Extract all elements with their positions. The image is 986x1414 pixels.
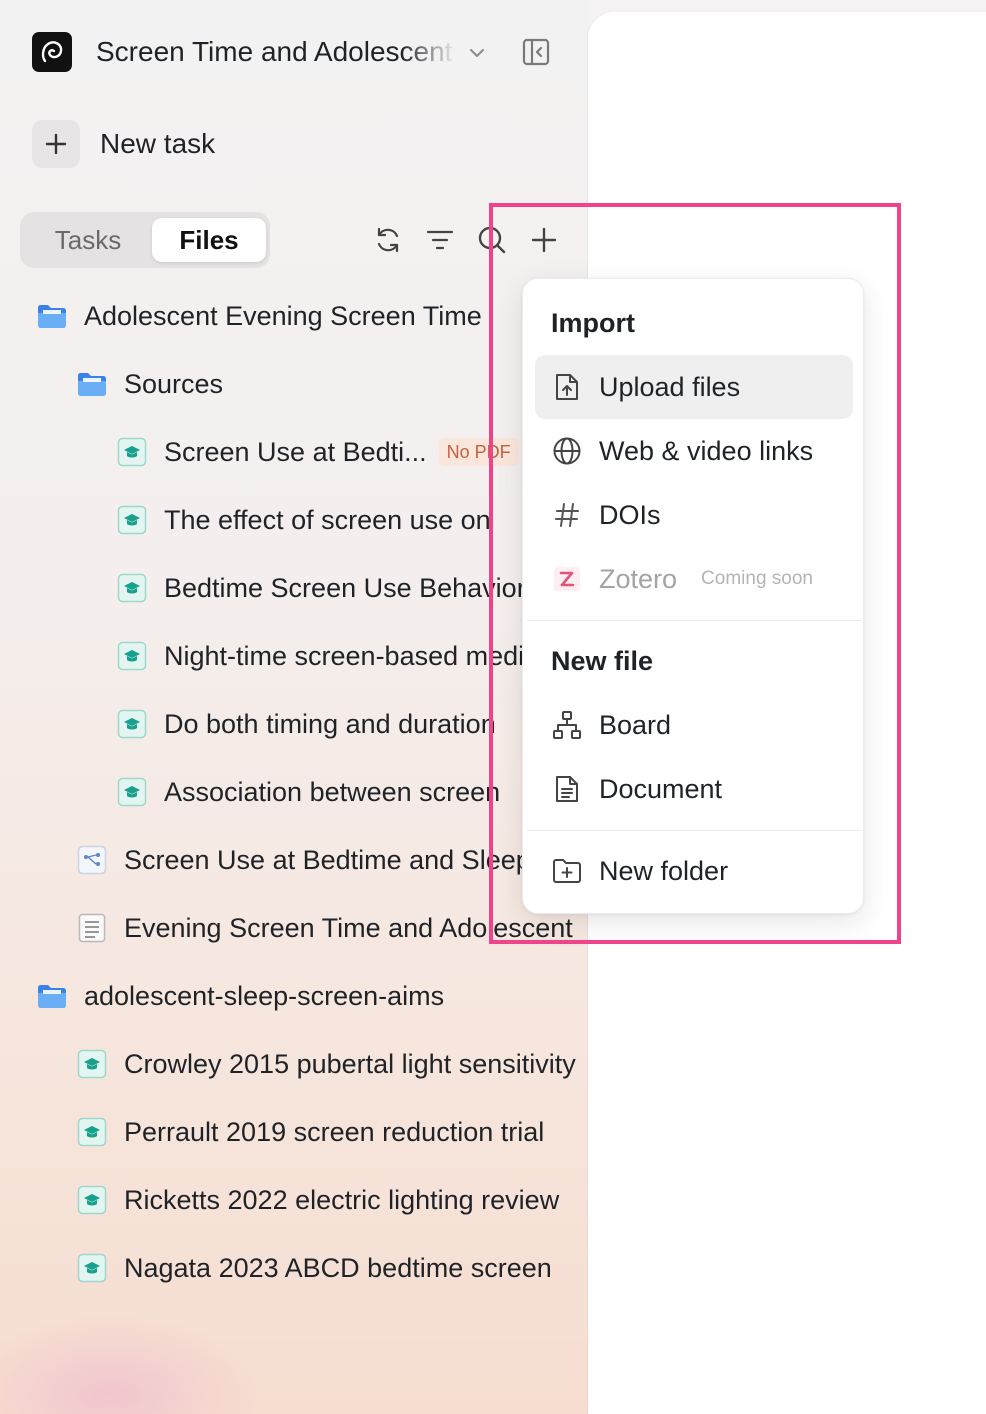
board-file-icon [76, 844, 108, 876]
tree-folder-label: Adolescent Evening Screen Time [84, 301, 482, 331]
web-video-links-label: Web & video links [599, 436, 814, 466]
document-item[interactable]: Document [535, 757, 853, 821]
tree-item-label: Ricketts 2022 electric lighting review [124, 1185, 560, 1215]
folder-icon [36, 980, 68, 1012]
menu-divider [527, 620, 861, 621]
tree-source-item[interactable]: Crowley 2015 pubertal light sensitivity [76, 1044, 576, 1084]
folder-icon [36, 300, 68, 332]
board-label: Board [599, 710, 672, 740]
paper-icon [76, 1116, 108, 1148]
coming-soon-label: Coming soon [701, 568, 813, 589]
globe-icon [551, 435, 583, 467]
zotero-item: Zotero Coming soon [535, 547, 853, 611]
refresh-button[interactable] [372, 224, 404, 256]
filter-button[interactable] [424, 224, 456, 256]
new-task-button[interactable] [32, 120, 80, 168]
tree-source-item[interactable]: The effect of screen use on [116, 500, 491, 540]
tree-folder-label: adolescent-sleep-screen-aims [84, 981, 445, 1011]
paper-icon [76, 1252, 108, 1284]
chevron-down-icon[interactable] [466, 42, 488, 64]
tree-source-item[interactable]: Do both timing and duration [116, 704, 496, 744]
search-icon [478, 226, 506, 254]
new-task-label[interactable]: New task [100, 126, 215, 162]
menu-divider [527, 830, 861, 831]
add-menu: Import Upload files Web & video links DO… [522, 278, 864, 914]
dois-item[interactable]: DOIs [535, 483, 853, 547]
paper-icon [76, 1184, 108, 1216]
board-item[interactable]: Board [535, 693, 853, 757]
tree-source-item[interactable]: Ricketts 2022 electric lighting review [76, 1180, 559, 1220]
new-file-heading: New file [551, 646, 654, 676]
tree-item-label: Perrault 2019 screen reduction trial [124, 1117, 545, 1147]
paper-icon [116, 572, 148, 604]
view-tabs: Tasks Files [20, 212, 270, 268]
document-label: Document [599, 774, 723, 804]
tree-item-label: Screen Use at Bedti... [164, 437, 427, 467]
folder-icon [76, 368, 108, 400]
tree-board-file[interactable]: Screen Use at Bedtime and Sleep [76, 840, 531, 880]
upload-files-item[interactable]: Upload files [535, 355, 853, 419]
tree-source-item[interactable]: Bedtime Screen Use Behaviors [116, 568, 539, 608]
upload-file-icon [551, 371, 583, 403]
paper-icon [116, 436, 148, 468]
plus-icon [531, 227, 557, 253]
tree-source-item[interactable]: Association between screen [116, 772, 500, 812]
workspace-title[interactable]: Screen Time and Adolescent Sleep [96, 34, 456, 70]
zotero-label: Zotero [599, 564, 678, 594]
search-button[interactable] [476, 224, 508, 256]
document-file-icon [76, 912, 108, 944]
tree-item-label: Association between screen [164, 777, 501, 807]
sidebar-decoration [0, 1314, 260, 1414]
paper-icon [116, 504, 148, 536]
document-icon [551, 773, 583, 805]
tree-source-item[interactable]: Perrault 2019 screen reduction trial [76, 1112, 544, 1152]
web-video-links-item[interactable]: Web & video links [535, 419, 853, 483]
new-folder-item[interactable]: New folder [535, 839, 853, 903]
tree-item-label: Bedtime Screen Use Behaviors [164, 573, 540, 603]
app-logo-icon[interactable] [32, 32, 72, 72]
sidebar: Screen Time and Adolescent Sleep New tas… [0, 0, 588, 1414]
filter-icon [426, 230, 454, 250]
tree-item-label: Night-time screen-based media [164, 641, 540, 671]
paper-icon [116, 640, 148, 672]
tree-folder-sources[interactable]: Sources [76, 364, 223, 404]
tree-item-label: Do both timing and duration [164, 709, 496, 739]
tree-folder-label: Sources [124, 369, 224, 399]
collapse-sidebar-icon[interactable] [521, 37, 551, 67]
no-pdf-badge: No PDF [438, 438, 519, 466]
tree-item-label: Screen Use at Bedtime and Sleep [124, 845, 531, 875]
tree-source-item[interactable]: Night-time screen-based media [116, 636, 539, 676]
tree-item-label: Evening Screen Time and Adolescent [124, 913, 573, 943]
paper-icon [76, 1048, 108, 1080]
tree-source-item[interactable]: Nagata 2023 ABCD bedtime screen [76, 1248, 552, 1288]
tree-item-label: Crowley 2015 pubertal light sensitivity [124, 1049, 576, 1079]
add-button[interactable] [528, 224, 560, 256]
paper-icon [116, 708, 148, 740]
tab-files[interactable]: Files [152, 218, 266, 262]
upload-files-label: Upload files [599, 372, 741, 402]
hash-icon [551, 499, 583, 531]
tree-folder-aims[interactable]: adolescent-sleep-screen-aims [36, 976, 444, 1016]
refresh-icon [377, 227, 399, 253]
tree-folder-project[interactable]: Adolescent Evening Screen Time [36, 296, 482, 336]
plus-icon [45, 133, 67, 155]
paper-icon [116, 776, 148, 808]
tab-tasks[interactable]: Tasks [28, 218, 148, 262]
tree-item-label: Nagata 2023 ABCD bedtime screen [124, 1253, 552, 1283]
dois-label: DOIs [599, 500, 661, 530]
board-icon [551, 709, 583, 741]
tree-document-file[interactable]: Evening Screen Time and Adolescent [76, 908, 573, 948]
tree-source-item[interactable]: Screen Use at Bedti... No PDF [116, 432, 519, 472]
import-heading: Import [551, 308, 635, 338]
new-folder-label: New folder [599, 856, 729, 886]
tree-item-label: The effect of screen use on [164, 505, 491, 535]
zotero-icon [551, 563, 583, 595]
folder-plus-icon [551, 855, 583, 887]
